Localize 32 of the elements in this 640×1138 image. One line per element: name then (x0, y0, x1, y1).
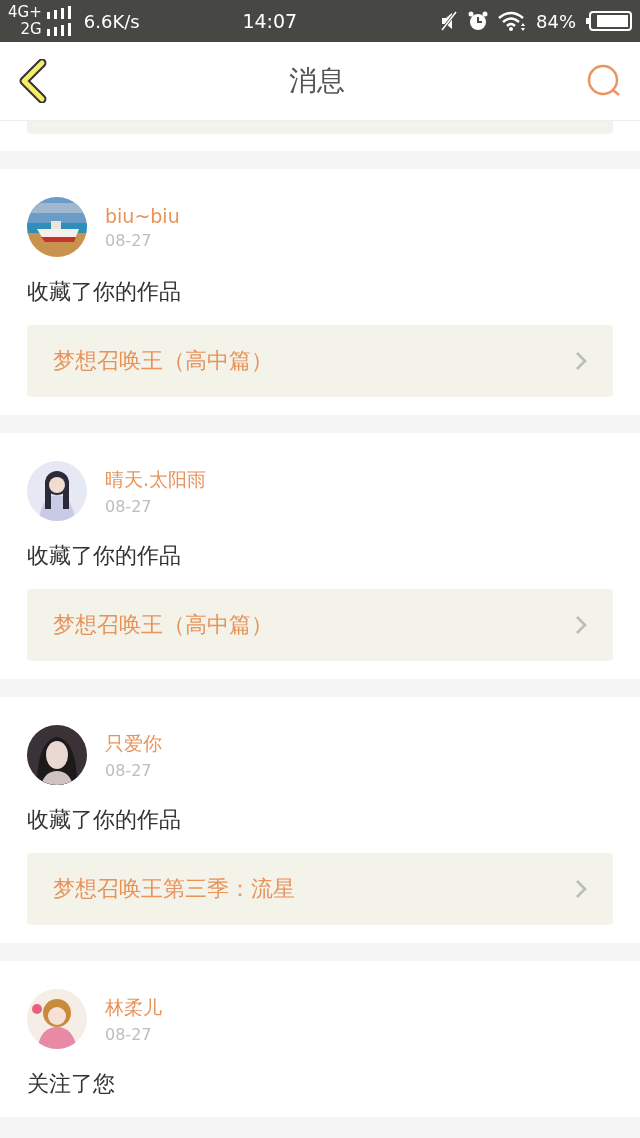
chevron-icon (575, 351, 587, 371)
user-name[interactable]: 晴天.太阳雨 (105, 466, 207, 493)
alarm-icon (468, 11, 488, 31)
message-date: 08-27 (105, 230, 153, 250)
work-link[interactable]: 梦想召唤王（高中篇） (27, 325, 613, 397)
battery-icon (586, 11, 632, 31)
battery-level: 84% (536, 10, 576, 32)
back-button[interactable] (18, 59, 48, 103)
search-button[interactable] (586, 63, 622, 99)
message-text: 收藏了你的作品 (27, 542, 182, 570)
message-text: 收藏了你的作品 (27, 278, 182, 306)
user-name[interactable]: 只爱你 (105, 730, 162, 757)
user-name[interactable]: 林柔儿 (105, 994, 162, 1021)
message-date: 08-27 (105, 1024, 153, 1044)
mute-icon (440, 11, 458, 31)
message-date: 08-27 (105, 760, 153, 780)
message-text: 关注了您 (27, 1070, 116, 1098)
chevron-icon (575, 615, 587, 635)
work-link[interactable]: 梦想召唤王第三季：流星 (27, 853, 613, 925)
user-name[interactable]: biu~biu (105, 204, 180, 227)
chevron-icon (575, 879, 587, 899)
message-date: 08-27 (105, 496, 153, 516)
wifi-icon (498, 11, 526, 31)
clock: 14:07 (241, 10, 299, 32)
signal-icon (45, 23, 72, 36)
network-speed: 6.6K/s (83, 10, 140, 32)
message-text: 收藏了你的作品 (27, 806, 182, 834)
network-label: 2G (20, 21, 42, 38)
signal-icon (45, 6, 72, 19)
network-label: 4G+ (8, 4, 42, 21)
work-link[interactable]: 梦想召唤王（高中篇） (27, 589, 613, 661)
page-title: 消息 (289, 63, 345, 99)
